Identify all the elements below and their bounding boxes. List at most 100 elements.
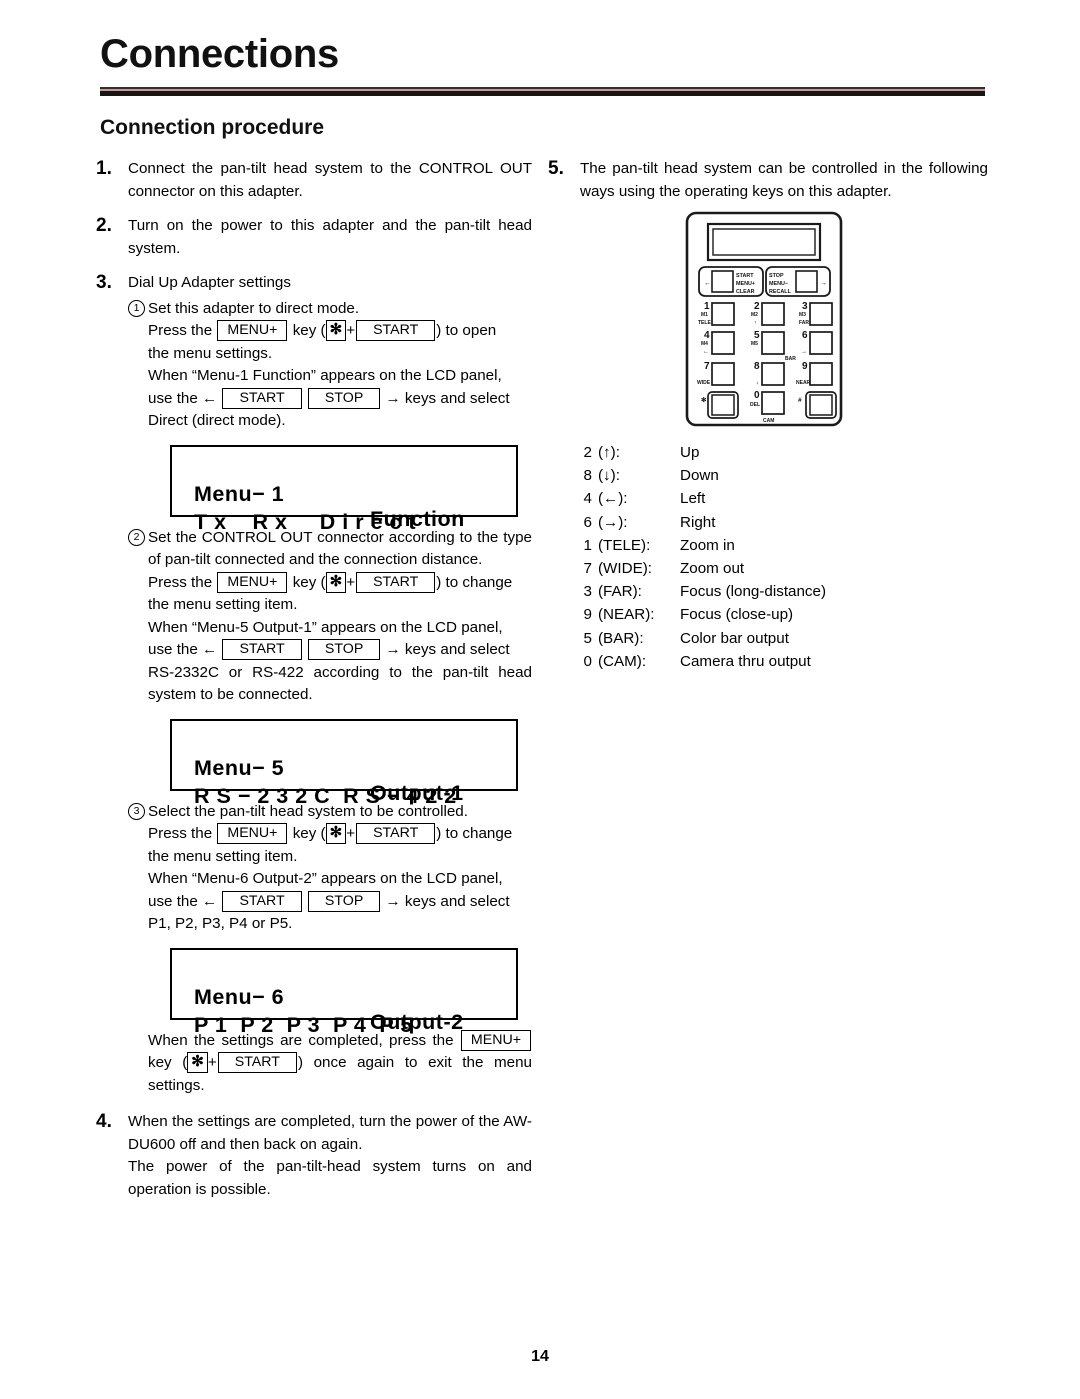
menu-plus-key[interactable]: MENU+ — [217, 320, 288, 341]
step-1-text: Connect the pan-tilt head system to the … — [128, 160, 532, 200]
svg-text:#: # — [798, 397, 802, 404]
menu-plus-key-3[interactable]: MENU+ — [217, 823, 288, 844]
substep-1-marker: 1 — [128, 299, 145, 317]
svg-text:→: → — [801, 349, 807, 355]
substep-1-line-c: When “Menu-1 Function” appears on the LC… — [148, 367, 502, 384]
svg-text:✻: ✻ — [701, 396, 707, 404]
substep-3: 3 Select the pan-tilt head system to be … — [128, 801, 532, 936]
substep-3-use-post: → keys and select — [385, 892, 510, 910]
svg-text:3: 3 — [802, 301, 808, 312]
substep-1-use-post: → keys and select — [385, 389, 510, 407]
step-1-number: 1. — [96, 158, 112, 179]
svg-text:M4: M4 — [701, 341, 708, 347]
svg-text:6: 6 — [802, 330, 808, 341]
function-row: 6 (→): Right — [576, 511, 826, 534]
substep-1-press-post: ) to open — [436, 322, 497, 339]
svg-text:MENU+: MENU+ — [736, 281, 755, 287]
substep-1: 1 Set this adapter to direct mode. Press… — [128, 298, 532, 433]
function-num: 3 — [583, 583, 592, 601]
substep-2-line-b: the menu setting item. — [148, 596, 298, 613]
substep-1-line-b: the menu settings. — [148, 344, 273, 362]
star-key-3[interactable]: ✻ — [325, 823, 347, 844]
step-5-number: 5. — [548, 158, 564, 179]
function-num: 9 — [583, 606, 592, 624]
section-heading: Connection procedure — [100, 116, 325, 139]
svg-text:9: 9 — [802, 361, 808, 372]
svg-text:M3: M3 — [799, 312, 806, 318]
svg-text:1: 1 — [704, 301, 710, 312]
function-desc: Color bar output — [680, 629, 789, 647]
step-1: 1. Connect the pan-tilt head system to t… — [96, 158, 532, 203]
svg-text:MENU−: MENU− — [769, 281, 788, 287]
svg-text:RECALL: RECALL — [769, 289, 792, 295]
function-num: 5 — [583, 629, 592, 647]
function-key: (↓): — [598, 467, 620, 485]
start-key-4[interactable]: START — [222, 639, 302, 660]
substep-1-press-pre: Press the — [148, 322, 213, 339]
star-key-2[interactable]: ✻ — [325, 571, 347, 593]
substep-3-line-c: When “Menu-6 Output-2” appears on the LC… — [148, 870, 503, 887]
start-key-5[interactable]: START — [356, 823, 436, 844]
substep-3-line-e: P1, P2, P3, P4 or P5. — [148, 915, 293, 932]
start-key-3[interactable]: START — [356, 571, 436, 593]
svg-text:M1: M1 — [701, 312, 708, 318]
svg-text:5: 5 — [754, 330, 760, 341]
function-num: 4 — [583, 490, 592, 508]
substep-3-marker: 3 — [128, 802, 145, 820]
stop-key-2[interactable]: STOP — [307, 639, 381, 660]
function-desc: Zoom out — [680, 560, 745, 578]
function-num: 6 — [583, 513, 592, 531]
substep-1-use-pre: use the ← — [148, 389, 218, 407]
function-num: 1 — [583, 536, 592, 554]
step-2-text: Turn on the power to this adapter and th… — [128, 217, 532, 257]
substep-2-press-mid: key ( — [292, 573, 326, 591]
substep-2-press-pre: Press the — [148, 573, 213, 591]
step-2: 2. Turn on the power to this adapter and… — [96, 215, 532, 260]
function-row: 9 (NEAR): Focus (close-up) — [576, 603, 826, 626]
substep-2-line-c: When “Menu-5 Output-1” appears on the LC… — [148, 618, 503, 636]
header-divider — [100, 87, 985, 96]
function-row: 4 (←): Left — [576, 487, 826, 510]
start-key-2[interactable]: START — [222, 387, 302, 409]
stop-key-3[interactable]: STOP — [307, 890, 381, 912]
substep-2: 2 Set the CONTROL OUT connector accordin… — [128, 527, 532, 707]
adapter-keypad-diagram: ← START MENU+ CLEAR STOP MENU− RECALL → … — [684, 210, 844, 433]
substep-3-press-pre: Press the — [148, 825, 213, 842]
step-4-number: 4. — [96, 1111, 112, 1132]
function-num: 7 — [583, 560, 592, 578]
substep-3-line-d: use the ← START STOP → keys and select — [148, 890, 532, 914]
function-desc: Down — [680, 467, 719, 485]
function-desc: Up — [680, 444, 700, 461]
lcd-3-line-2: P 1 P 2 P 3 P 4 P 5 — [172, 988, 516, 1063]
function-key: (BAR): — [598, 629, 644, 647]
svg-text:7: 7 — [704, 361, 710, 372]
star-key[interactable]: ✻ — [325, 320, 347, 341]
function-num: 2 — [583, 444, 592, 461]
start-key[interactable]: START — [356, 320, 436, 341]
svg-text:←: ← — [703, 349, 709, 355]
substep-1-press-line: Press the MENU+ key (✻ + START) to open — [148, 320, 532, 343]
function-key: (←): — [598, 490, 628, 508]
function-num: 0 — [583, 652, 592, 670]
start-key-6[interactable]: START — [222, 890, 302, 912]
page-number: 14 — [531, 1348, 549, 1365]
function-desc: Camera thru output — [680, 652, 811, 670]
function-desc: Focus (close-up) — [680, 606, 794, 624]
svg-text:↑: ↑ — [754, 320, 757, 326]
substep-1-press-mid: key ( — [292, 322, 326, 339]
substep-3-press-line: Press the MENU+ key (✻ + START) to change — [148, 823, 532, 846]
key-function-list: 2 (↑): Up 8 (↓): Down 4 (←): Left 6 (→):… — [576, 441, 827, 673]
function-num: 8 — [583, 467, 592, 485]
svg-text:4: 4 — [704, 330, 710, 341]
svg-text:M5: M5 — [751, 341, 758, 347]
substep-2-use-post: → keys and select — [385, 641, 510, 658]
svg-text:START: START — [736, 273, 754, 279]
svg-text:TELE: TELE — [698, 320, 711, 326]
step-2-number: 2. — [96, 215, 112, 236]
svg-text:WIDE: WIDE — [697, 380, 711, 386]
menu-plus-key-2[interactable]: MENU+ — [217, 571, 288, 593]
svg-text:↓: ↓ — [756, 380, 759, 386]
stop-key[interactable]: STOP — [307, 387, 381, 409]
substep-2-plus: + — [346, 573, 356, 591]
function-key: (TELE): — [598, 536, 651, 554]
